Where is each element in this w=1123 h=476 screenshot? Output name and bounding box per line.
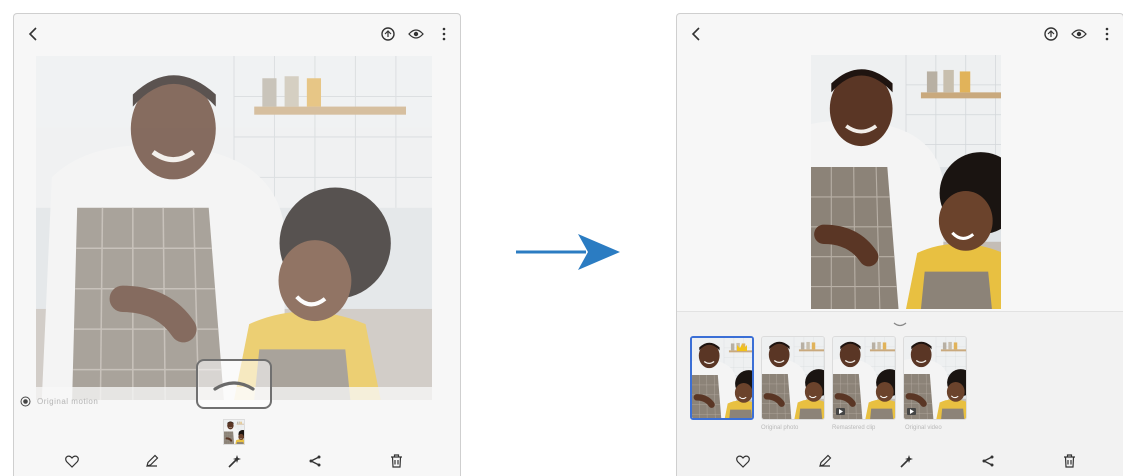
phone-screen-before: Original motion <box>13 13 461 476</box>
chevron-up-icon <box>213 381 255 391</box>
thumbnail-remastered-clip[interactable] <box>832 336 896 420</box>
trash-icon[interactable] <box>388 453 404 469</box>
heart-icon[interactable] <box>735 453 751 469</box>
video-icon <box>907 408 916 415</box>
share-icon[interactable] <box>307 453 323 469</box>
motion-toggle[interactable]: Original motion <box>20 396 98 407</box>
viewer-topbar <box>677 14 1123 54</box>
swipe-up-handle[interactable] <box>196 359 272 409</box>
phone-screen-after: Original photo Remastered clip Original … <box>676 13 1123 476</box>
crown-icon <box>737 344 747 351</box>
pencil-icon[interactable] <box>144 453 160 469</box>
action-bar <box>677 446 1123 476</box>
trash-icon[interactable] <box>1061 453 1077 469</box>
chevron-down-icon[interactable] <box>893 316 907 334</box>
sparkle-icon[interactable] <box>226 453 242 469</box>
thumbnail-caption: Original photo <box>761 425 799 431</box>
transition-arrow <box>516 234 620 270</box>
heart-icon[interactable] <box>64 453 80 469</box>
eye-icon[interactable] <box>1069 24 1089 44</box>
more-vert-icon[interactable] <box>434 24 454 44</box>
pencil-icon[interactable] <box>817 453 833 469</box>
thumbnail-caption: Remastered clip <box>832 425 876 431</box>
radio-icon <box>20 396 31 407</box>
sparkle-icon[interactable] <box>898 453 914 469</box>
eye-icon[interactable] <box>406 24 426 44</box>
action-bar <box>14 446 460 476</box>
back-icon[interactable] <box>685 23 707 45</box>
photo-viewer-image[interactable] <box>36 56 432 400</box>
motion-label: Original motion <box>37 397 99 406</box>
remaster-icon[interactable] <box>1041 24 1061 44</box>
filmstrip-thumbnail[interactable] <box>223 419 245 445</box>
viewer-topbar <box>14 14 460 54</box>
thumbnail-best-shot[interactable] <box>690 336 754 420</box>
thumbnail-caption: Original video <box>905 425 942 431</box>
more-vert-icon[interactable] <box>1097 24 1117 44</box>
share-icon[interactable] <box>980 453 996 469</box>
thumbnail-original-video[interactable] <box>903 336 967 420</box>
remaster-icon[interactable] <box>378 24 398 44</box>
thumbnail-original-photo[interactable] <box>761 336 825 420</box>
video-icon <box>836 408 845 415</box>
photo-viewer-image[interactable] <box>811 55 1001 309</box>
back-icon[interactable] <box>22 23 44 45</box>
